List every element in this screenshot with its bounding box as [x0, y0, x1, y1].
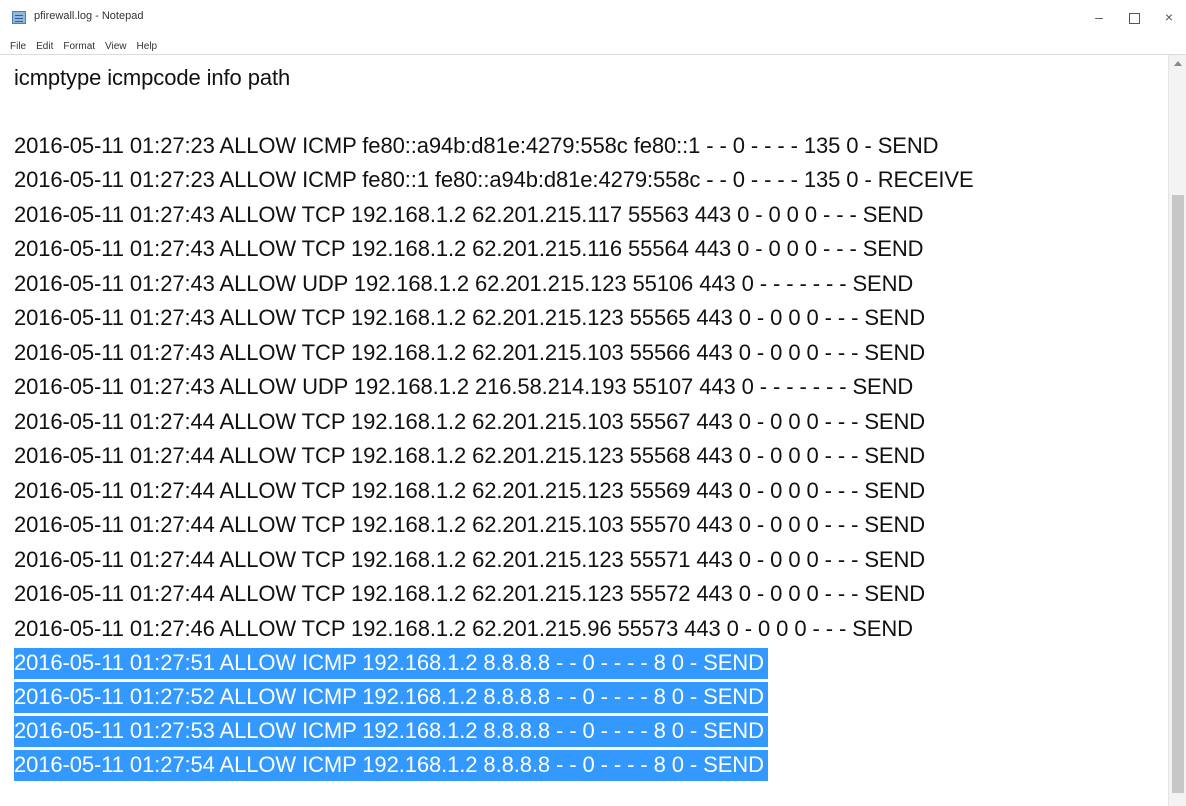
log-line: 2016-05-11 01:27:44 ALLOW TCP 192.168.1.…: [14, 547, 926, 572]
log-line: 2016-05-11 01:27:44 ALLOW TCP 192.168.1.…: [14, 581, 926, 606]
title-bar: pfirewall.log - Notepad – ×: [0, 0, 1186, 34]
log-line: 2016-05-11 01:27:46 ALLOW TCP 192.168.1.…: [14, 616, 913, 641]
log-line: 2016-05-11 01:27:43 ALLOW TCP 192.168.1.…: [14, 305, 926, 330]
text-editor[interactable]: icmptype icmpcode info path 2016-05-11 0…: [0, 55, 1168, 806]
log-line: 2016-05-11 01:27:44 ALLOW TCP 192.168.1.…: [14, 478, 926, 503]
selected-log-line: 2016-05-11 01:27:53 ALLOW ICMP 192.168.1…: [14, 716, 768, 747]
menu-file[interactable]: File: [0, 38, 31, 56]
scroll-thumb[interactable]: [1172, 195, 1184, 793]
menu-bar: File Edit Format View Help: [0, 36, 1186, 55]
log-line: 2016-05-11 01:27:23 ALLOW ICMP fe80::1 f…: [14, 167, 974, 192]
maximize-icon: [1128, 12, 1140, 24]
menu-view[interactable]: View: [100, 38, 132, 56]
menu-format[interactable]: Format: [58, 38, 100, 56]
selected-log-line: 2016-05-11 01:27:54 ALLOW ICMP 192.168.1…: [14, 750, 768, 781]
scroll-up-icon[interactable]: [1174, 61, 1182, 66]
minimize-icon: –: [1095, 9, 1103, 25]
menu-help[interactable]: Help: [132, 38, 163, 56]
maximize-button[interactable]: [1121, 6, 1147, 28]
minimize-button[interactable]: –: [1086, 6, 1112, 28]
menu-edit[interactable]: Edit: [31, 38, 58, 56]
log-line: 2016-05-11 01:27:43 ALLOW TCP 192.168.1.…: [14, 236, 924, 261]
log-line: 2016-05-11 01:27:44 ALLOW TCP 192.168.1.…: [14, 443, 926, 468]
log-line: 2016-05-11 01:27:23 ALLOW ICMP fe80::a94…: [14, 133, 939, 158]
header-line: icmptype icmpcode info path: [14, 65, 291, 90]
notepad-icon: [12, 11, 26, 24]
log-line: 2016-05-11 01:27:43 ALLOW TCP 192.168.1.…: [14, 202, 924, 227]
log-line: 2016-05-11 01:27:44 ALLOW TCP 192.168.1.…: [14, 409, 926, 434]
vertical-scrollbar[interactable]: [1168, 55, 1186, 806]
selected-log-line: 2016-05-11 01:27:51 ALLOW ICMP 192.168.1…: [14, 648, 768, 679]
log-line: 2016-05-11 01:27:43 ALLOW UDP 192.168.1.…: [14, 271, 914, 296]
selected-log-line: 2016-05-11 01:27:52 ALLOW ICMP 192.168.1…: [14, 682, 768, 713]
log-line: 2016-05-11 01:27:43 ALLOW UDP 192.168.1.…: [14, 374, 914, 399]
log-line: 2016-05-11 01:27:44 ALLOW TCP 192.168.1.…: [14, 512, 926, 537]
close-button[interactable]: ×: [1156, 6, 1182, 28]
close-icon: ×: [1164, 9, 1174, 25]
window-title: pfirewall.log - Notepad: [34, 10, 144, 22]
log-line: 2016-05-11 01:27:43 ALLOW TCP 192.168.1.…: [14, 340, 926, 365]
